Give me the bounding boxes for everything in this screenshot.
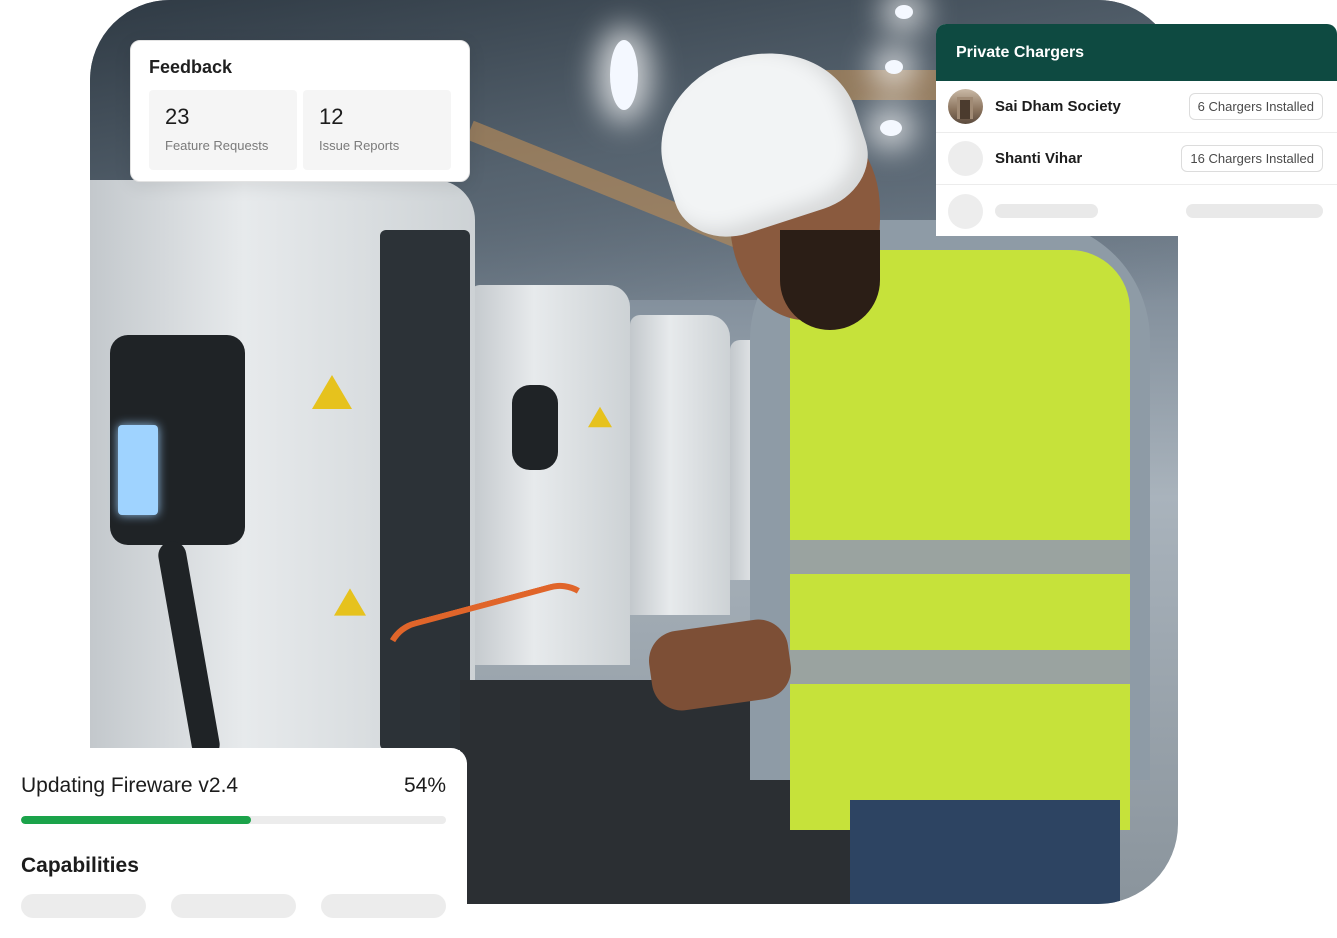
feature-requests-count: 23 <box>165 104 190 129</box>
vest-reflective-stripe <box>790 540 1130 574</box>
chargers-installed-badge: 6 Chargers Installed <box>1188 93 1323 120</box>
firmware-header: Updating Fireware v2.4 54% <box>21 774 446 798</box>
ceiling-light <box>880 120 902 136</box>
chargers-installed-badge: 16 Chargers Installed <box>1181 145 1323 172</box>
worker-beard <box>780 230 880 330</box>
list-item[interactable]: Shanti Vihar 16 Chargers Installed <box>936 133 1337 185</box>
skeleton-name <box>995 204 1098 218</box>
ceiling-light <box>895 5 913 19</box>
charger-connector <box>512 385 558 470</box>
firmware-update-card: Updating Fireware v2.4 54% Capabilities <box>0 748 467 938</box>
society-name: Sai Dham Society <box>995 98 1121 115</box>
feature-requests-stat[interactable]: 23 Feature Requests <box>149 90 297 170</box>
list-item[interactable]: Sai Dham Society 6 Chargers Installed <box>936 81 1337 133</box>
skeleton-avatar <box>948 193 983 229</box>
skeleton-badge <box>1186 204 1323 218</box>
capability-pill-skeleton <box>321 894 446 918</box>
warning-sign-icon <box>334 588 366 616</box>
capabilities-title: Capabilities <box>21 854 139 877</box>
society-avatar <box>948 141 983 176</box>
issue-reports-label: Issue Reports <box>319 138 400 153</box>
feedback-title: Feedback <box>149 57 233 77</box>
society-name: Shanti Vihar <box>995 150 1083 167</box>
worker-jeans <box>850 800 1120 904</box>
capabilities-list <box>21 894 446 918</box>
society-avatar <box>948 89 983 124</box>
capability-pill-skeleton <box>21 894 146 918</box>
charger-cabinet <box>630 315 730 615</box>
feedback-card: Feedback 23 Feature Requests 12 Issue Re… <box>130 40 470 182</box>
warning-sign-icon <box>588 406 612 428</box>
private-chargers-card: Private Chargers Sai Dham Society 6 Char… <box>936 24 1337 236</box>
firmware-progress-fill <box>21 816 251 824</box>
private-chargers-title: Private Chargers <box>936 24 1337 81</box>
feature-requests-label: Feature Requests <box>165 138 269 153</box>
warning-sign-icon <box>312 375 352 409</box>
firmware-update-label: Updating Fireware v2.4 <box>21 774 239 797</box>
capability-pill-skeleton <box>171 894 296 918</box>
charger-display <box>118 425 158 515</box>
ceiling-light <box>885 60 903 74</box>
issue-reports-count: 12 <box>319 104 344 129</box>
vest-reflective-stripe <box>790 650 1130 684</box>
feedback-stats: 23 Feature Requests 12 Issue Reports <box>149 90 451 170</box>
issue-reports-stat[interactable]: 12 Issue Reports <box>303 90 451 170</box>
firmware-progress-percent: 54% <box>403 774 446 797</box>
firmware-progress-bar <box>21 816 446 824</box>
list-item-skeleton <box>936 185 1337 236</box>
ceiling-light <box>610 40 638 110</box>
